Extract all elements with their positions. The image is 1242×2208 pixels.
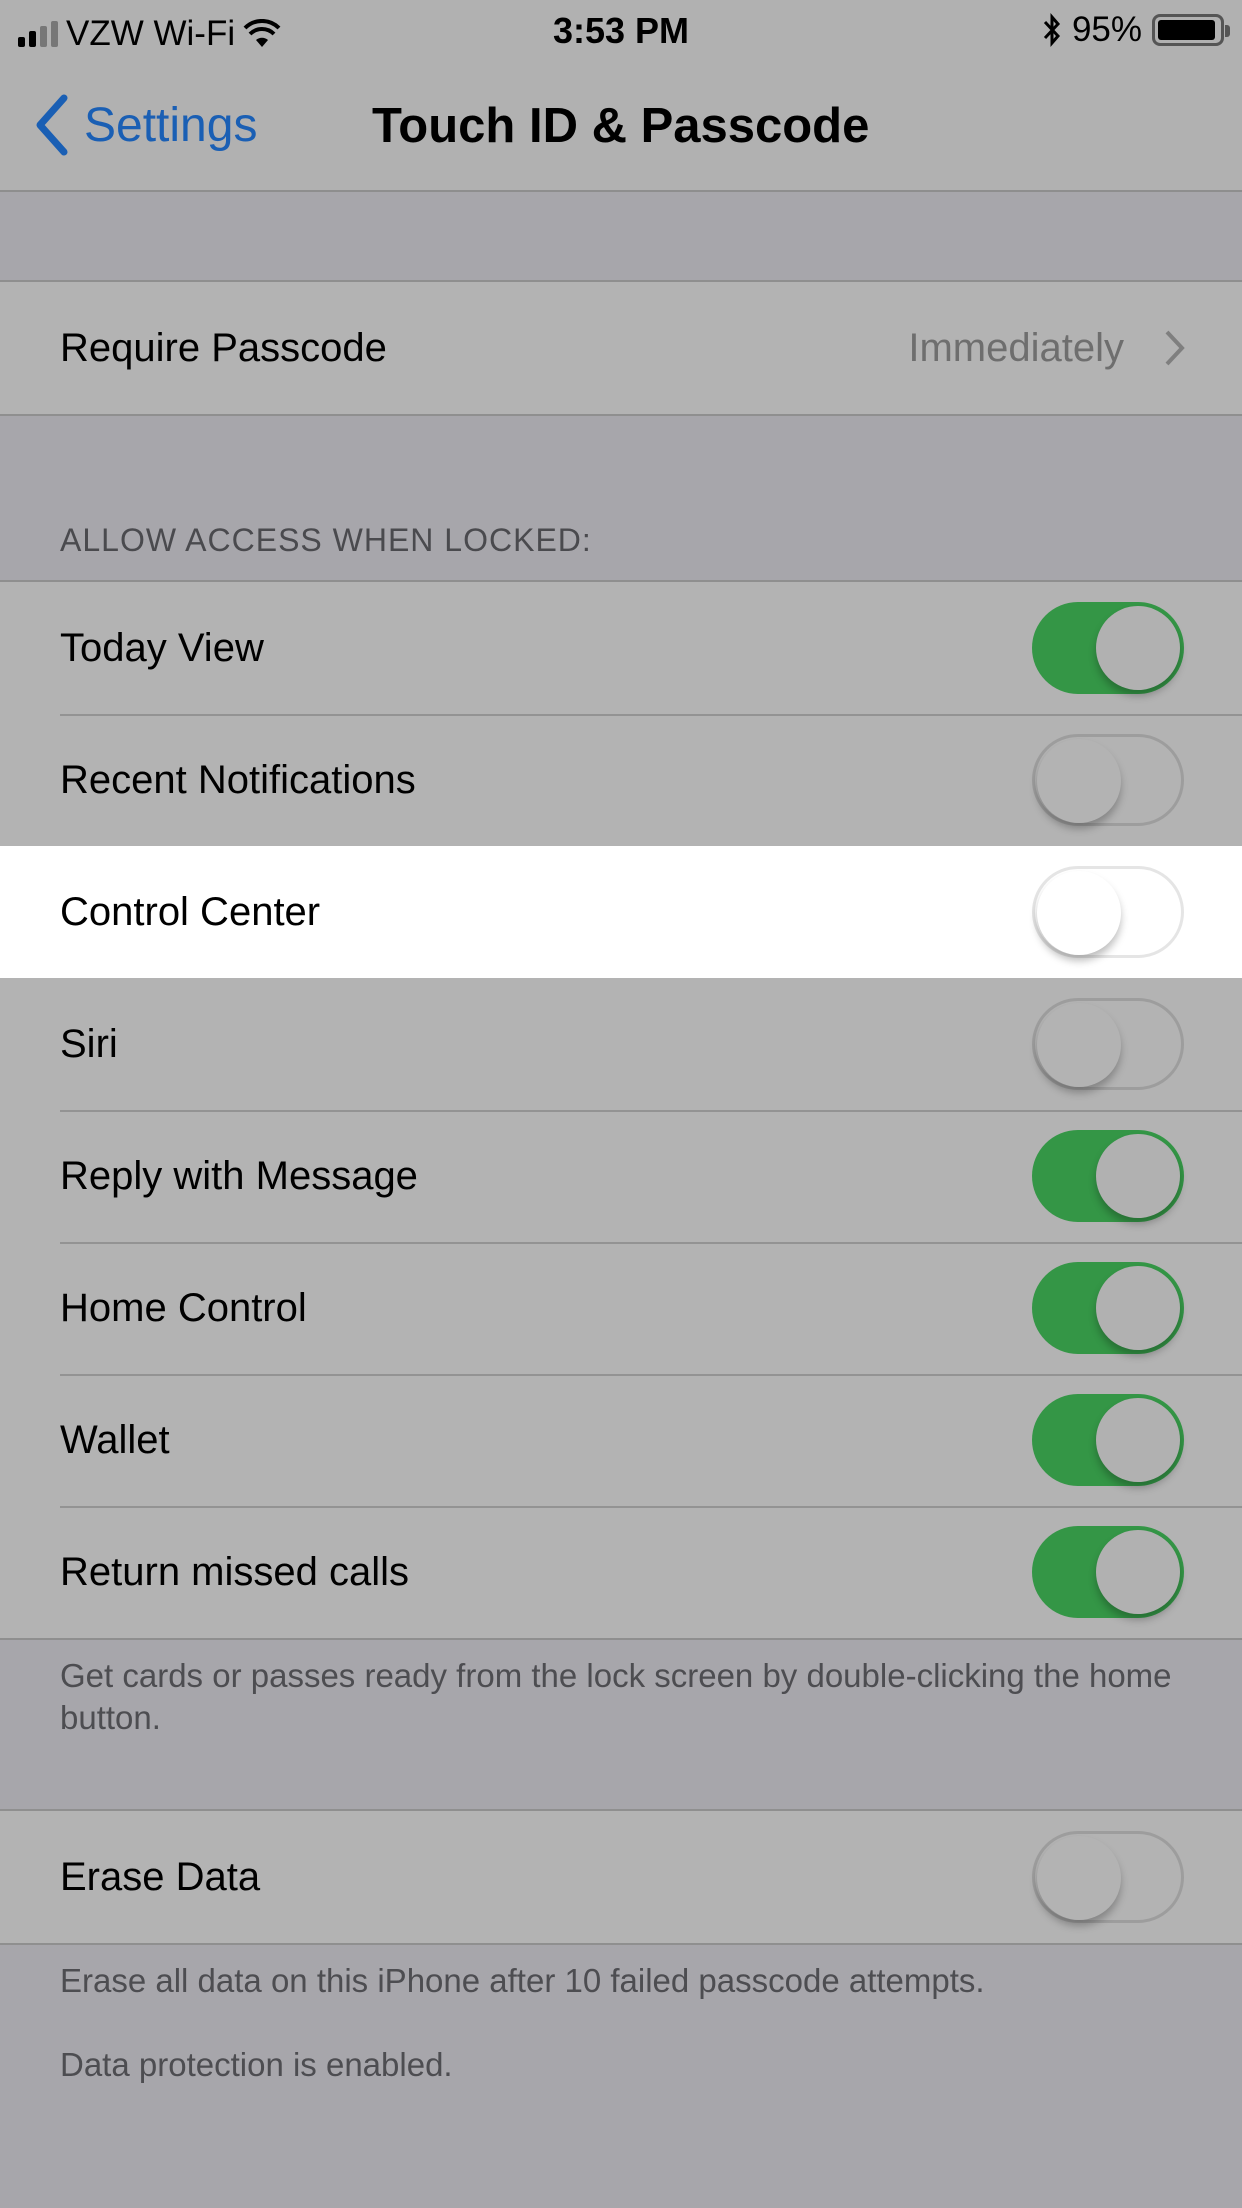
toggle-switch[interactable] <box>1032 1262 1184 1354</box>
toggle-switch[interactable] <box>1032 602 1184 694</box>
toggle-switch[interactable] <box>1032 1394 1184 1486</box>
toggle-knob <box>1037 1003 1121 1087</box>
toggle-row: Wallet <box>0 1374 1242 1506</box>
toggle-row: Return missed calls <box>0 1506 1242 1638</box>
erase-data-group: Erase Data <box>0 1809 1242 1945</box>
toggle-row-label: Return missed calls <box>60 1549 410 1594</box>
status-bar: VZW Wi-Fi 3:53 PM 95% <box>0 0 1242 70</box>
toggle-switch[interactable] <box>1032 998 1184 1090</box>
battery-percent: 95% <box>1071 10 1142 49</box>
toggle-knob <box>1037 739 1121 823</box>
toggle-row-label: Home Control <box>60 1285 307 1330</box>
navigation-bar: Settings Touch ID & Passcode <box>0 70 1242 192</box>
require-passcode-group: Require Passcode Immediately <box>0 280 1242 416</box>
bluetooth-icon <box>1043 12 1060 48</box>
chevron-right-icon <box>1165 330 1185 366</box>
require-passcode-row[interactable]: Require Passcode Immediately <box>0 282 1242 414</box>
toggle-row: Today View <box>0 582 1242 714</box>
erase-data-toggle[interactable] <box>1032 1831 1184 1923</box>
battery-fill <box>1158 20 1215 40</box>
toggle-knob <box>1096 1398 1180 1482</box>
toggle-row-label: Control Center <box>60 889 321 934</box>
locked-access-group: Today View Recent Notifications Control Ce… <box>0 580 1242 1640</box>
toggle-switch[interactable] <box>1032 734 1184 826</box>
chevron-left-icon <box>36 94 68 156</box>
toggle-knob <box>1096 606 1180 690</box>
erase-data-footer: Erase all data on this iPhone after 10 f… <box>60 1962 985 1999</box>
erase-data-label: Erase Data <box>60 1854 261 1899</box>
toggle-row: Reply with Message <box>0 1110 1242 1242</box>
toggle-row: Home Control <box>0 1242 1242 1374</box>
toggle-row: Siri <box>0 978 1242 1110</box>
wallet-footer-text: Get cards or passes ready from the lock … <box>60 1657 1172 1736</box>
status-right: 95% <box>1042 10 1230 50</box>
back-label: Settings <box>84 98 258 152</box>
toggle-row-label: Wallet <box>60 1417 170 1462</box>
require-passcode-label: Require Passcode <box>60 325 387 370</box>
require-passcode-value: Immediately <box>908 325 1124 370</box>
toggle-knob <box>1037 1836 1121 1920</box>
toggle-row: Control Center <box>0 846 1242 978</box>
erase-data-row: Erase Data <box>0 1811 1242 1943</box>
toggle-row: Recent Notifications <box>0 714 1242 846</box>
back-button[interactable]: Settings <box>34 94 257 156</box>
toggle-switch[interactable] <box>1032 1130 1184 1222</box>
data-protection-status: Data protection is enabled. <box>60 2046 453 2083</box>
section-header-locked: ALLOW ACCESS WHEN LOCKED: <box>60 522 592 558</box>
battery-icon <box>1152 14 1230 46</box>
toggle-row-label: Recent Notifications <box>60 757 416 802</box>
toggle-row-label: Reply with Message <box>60 1153 418 1198</box>
toggle-switch[interactable] <box>1032 866 1184 958</box>
page-title: Touch ID & Passcode <box>372 99 870 153</box>
toggle-row-label: Today View <box>60 625 264 670</box>
toggle-knob <box>1096 1266 1180 1350</box>
toggle-switch[interactable] <box>1032 1526 1184 1618</box>
toggle-knob <box>1037 871 1121 955</box>
toggle-knob <box>1096 1134 1180 1218</box>
toggle-row-label: Siri <box>60 1021 118 1066</box>
toggle-knob <box>1096 1530 1180 1614</box>
